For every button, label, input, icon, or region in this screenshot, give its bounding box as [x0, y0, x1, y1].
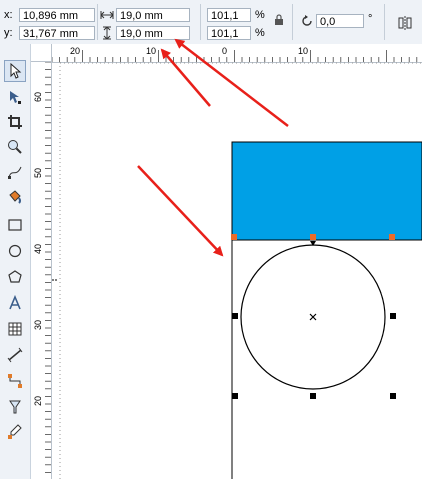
annotation-arrows	[137, 38, 289, 257]
arrow-to-width-field	[174, 38, 289, 127]
arrow-to-ruler	[160, 48, 211, 107]
arrow-to-page-edge	[137, 165, 224, 257]
